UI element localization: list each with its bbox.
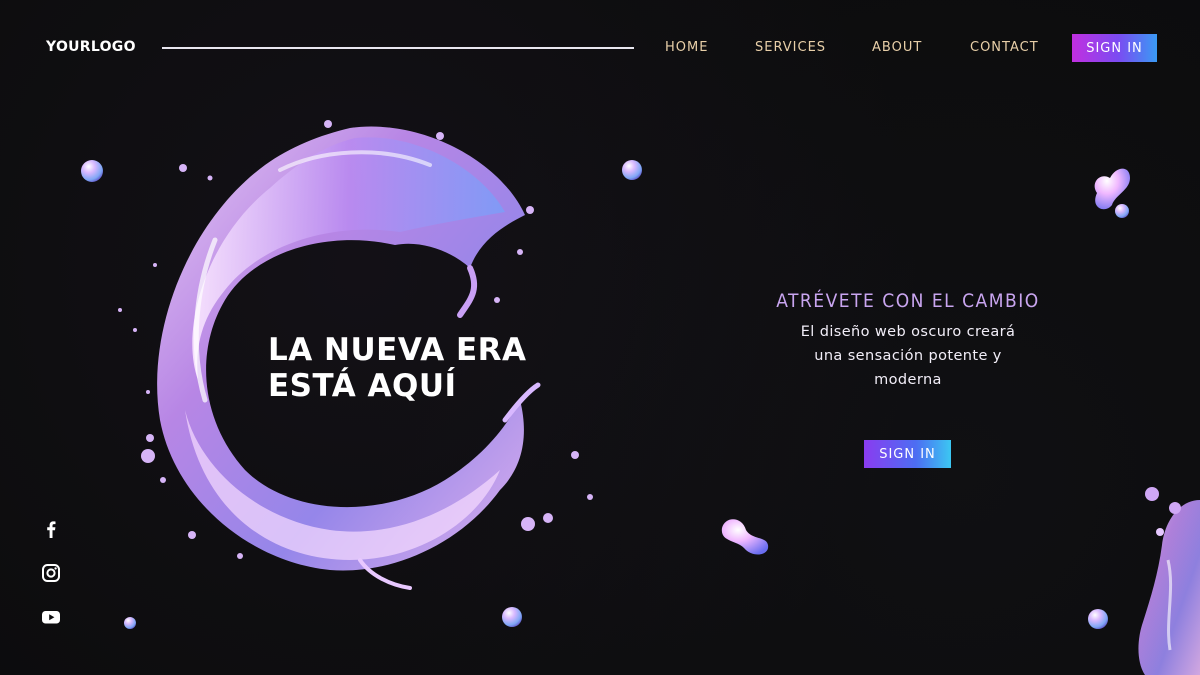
facebook-icon[interactable] — [40, 518, 62, 540]
description-line: El diseño web oscuro creará — [800, 324, 1016, 340]
nav-item-home[interactable]: HOME — [665, 40, 708, 55]
nav-item-contact[interactable]: CONTACT — [970, 40, 1039, 55]
corner-splash — [1138, 487, 1200, 675]
main-nav: HOME SERVICES ABOUT CONTACT — [0, 40, 1200, 60]
nav-item-services[interactable]: SERVICES — [755, 40, 826, 55]
header-sign-in-button[interactable]: SIGN IN — [1072, 34, 1157, 62]
youtube-icon[interactable] — [40, 606, 62, 628]
description-line: moderna — [874, 372, 942, 388]
description: El diseño web oscuro creará una sensació… — [790, 320, 1026, 392]
instagram-icon[interactable] — [40, 562, 62, 584]
hero-title: LA NUEVA ERA ESTÁ AQUÍ — [268, 332, 527, 404]
nav-item-about[interactable]: ABOUT — [872, 40, 922, 55]
hero-title-line-2: ESTÁ AQUÍ — [268, 368, 457, 404]
hero-sign-in-button[interactable]: SIGN IN — [864, 440, 951, 468]
description-line: una sensación potente y — [814, 348, 1002, 364]
hero-title-line-1: LA NUEVA ERA — [268, 332, 527, 368]
tagline: ATRÉVETE CON EL CAMBIO — [776, 290, 1040, 312]
floating-spheres — [81, 160, 1130, 629]
